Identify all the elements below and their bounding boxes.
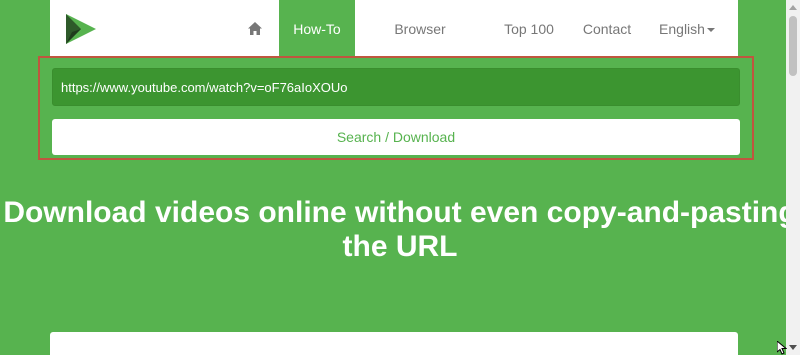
content-card <box>50 332 738 355</box>
search-form-highlight: Search / Download <box>38 56 754 160</box>
caret-down-icon <box>706 28 715 33</box>
url-input[interactable] <box>52 68 740 106</box>
hero-title: Download videos online without even copy… <box>3 196 797 263</box>
nav-home[interactable] <box>240 0 270 58</box>
scroll-up-arrow-icon[interactable] <box>789 5 797 10</box>
page: How-To Browser Extension Top 100 Contact… <box>0 0 800 355</box>
scroll-down-arrow-icon[interactable] <box>789 345 797 350</box>
nav-contact[interactable]: Contact <box>578 0 636 58</box>
search-download-button[interactable]: Search / Download <box>52 119 740 155</box>
nav-browser-extension[interactable]: Browser Extension <box>364 0 476 95</box>
scrollbar-thumb[interactable] <box>789 16 797 76</box>
home-icon <box>248 22 262 35</box>
play-triangle-logo-icon[interactable] <box>62 12 98 46</box>
nav-how-to[interactable]: How-To <box>279 0 355 58</box>
mouse-pointer-icon <box>777 341 787 355</box>
language-label: English <box>659 21 705 37</box>
nav-top-100[interactable]: Top 100 <box>498 0 560 58</box>
nav-language-dropdown[interactable]: English <box>656 0 718 58</box>
top-navbar: How-To Browser Extension Top 100 Contact… <box>50 0 738 95</box>
scrollbar[interactable] <box>786 0 800 355</box>
